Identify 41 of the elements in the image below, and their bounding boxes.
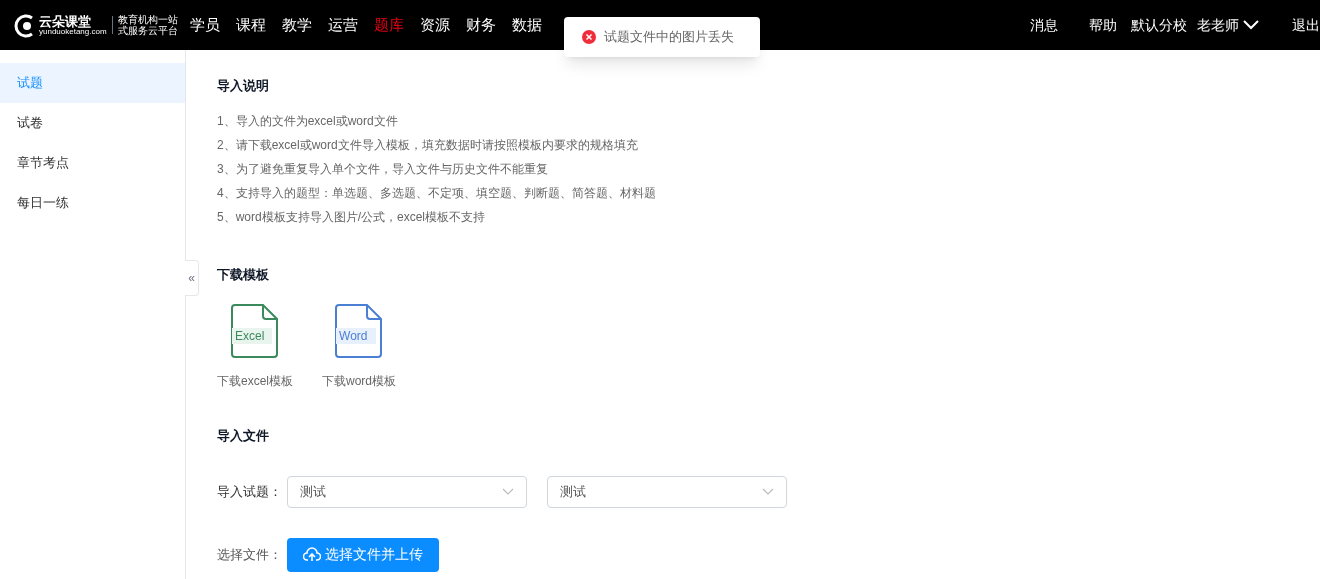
toast-message: 试题文件中的图片丢失 <box>604 28 734 47</box>
download-link[interactable]: 下载excel模板 <box>217 372 293 390</box>
nav-item[interactable]: 教学 <box>281 13 312 37</box>
instruction-line: 2、请下载excel或word文件导入模板，填充数据时请按照模板内要求的规格填充 <box>217 136 639 153</box>
nav-item[interactable]: 课程 <box>235 13 266 37</box>
nav-item[interactable]: 学员 <box>189 13 220 37</box>
logo-slogan: 教育机构一站 <box>117 14 178 25</box>
sidebar-item[interactable]: 试卷 <box>0 103 185 143</box>
nav-item[interactable]: 数据 <box>511 13 542 37</box>
instruction-line: 4、支持导入的题型：单选题、多选题、不定项、填空题、判断题、简答题、材料题 <box>217 184 657 201</box>
logo-domain: yunduoketang.com <box>39 27 107 36</box>
instruction-line: 1、导入的文件为excel或word文件 <box>217 112 399 129</box>
sidebar-item[interactable]: 每日一练 <box>0 183 185 223</box>
select-field[interactable]: 测试 <box>287 475 527 508</box>
chevron-down-icon <box>1243 20 1259 30</box>
nav-item[interactable]: 财务 <box>465 13 496 37</box>
field-label: 导入试题： <box>217 482 283 501</box>
logout-link[interactable]: 退出 <box>1292 14 1320 36</box>
messages-link[interactable]: 消息 <box>1030 14 1058 36</box>
section-title: 导入说明 <box>217 77 270 95</box>
nav-item[interactable]: 运营 <box>327 13 358 37</box>
logo-name: 云朵课堂 <box>39 14 92 28</box>
section-title: 导入文件 <box>217 427 270 445</box>
nav-item[interactable]: 题库 <box>373 13 404 37</box>
user-menu[interactable]: 老老师 <box>1197 14 1259 36</box>
download-link[interactable]: 下载word模板 <box>322 372 397 390</box>
logo-slogan: 式服务云平台 <box>117 25 178 36</box>
error-icon <box>582 30 596 44</box>
instruction-line: 5、word模板支持导入图片/公式，excel模板不支持 <box>217 208 487 225</box>
nav-item[interactable]: 资源 <box>419 13 450 37</box>
chevron-down-icon <box>762 487 774 496</box>
field-label: 选择文件： <box>217 545 283 564</box>
select-field[interactable]: 测试 <box>547 475 787 508</box>
instruction-line: 3、为了避免重复导入单个文件，导入文件与历史文件不能重复 <box>217 160 549 177</box>
section-title: 下载模板 <box>217 265 270 284</box>
chevron-down-icon <box>502 487 514 496</box>
branch-link[interactable]: 默认分校 <box>1131 14 1187 36</box>
sidebar-item[interactable]: 章节考点 <box>0 143 185 183</box>
collapse-handle[interactable]: « <box>185 260 199 296</box>
help-link[interactable]: 帮助 <box>1089 14 1117 36</box>
cloud-upload-icon <box>303 546 321 563</box>
